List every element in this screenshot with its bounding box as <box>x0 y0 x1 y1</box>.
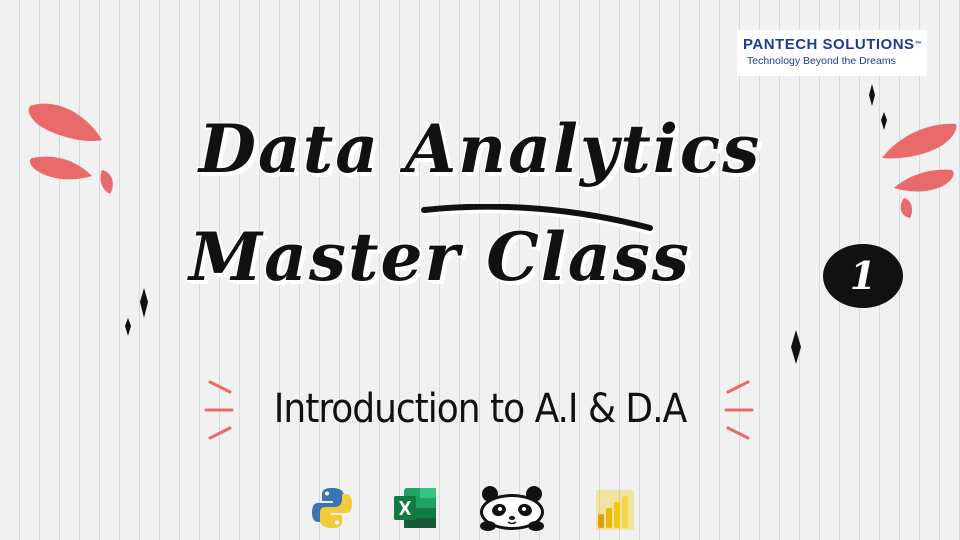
excel-icon <box>394 488 436 528</box>
logo-tagline: Technology Beyond the Dreams <box>747 55 896 67</box>
sparkle-left <box>125 288 148 336</box>
slide: PANTECH SOLUTIONS™ Technology Beyond the… <box>0 0 960 540</box>
pandas-panda-icon <box>480 486 544 531</box>
logo-name: PANTECH SOLUTIONS <box>743 36 915 53</box>
session-number-badge: 1 <box>823 244 903 308</box>
pantech-logo: PANTECH SOLUTIONS™ Technology Beyond the… <box>737 30 927 76</box>
python-icon <box>312 488 352 528</box>
title-line-2: Master Class <box>189 218 691 296</box>
title-line-1: Data Analytics <box>198 110 762 188</box>
logo-trademark: ™ <box>914 41 923 48</box>
sparkle-right <box>791 330 801 364</box>
subtitle: Introduction to A.I & D.A <box>273 386 687 432</box>
power-bi-icon <box>596 490 634 530</box>
